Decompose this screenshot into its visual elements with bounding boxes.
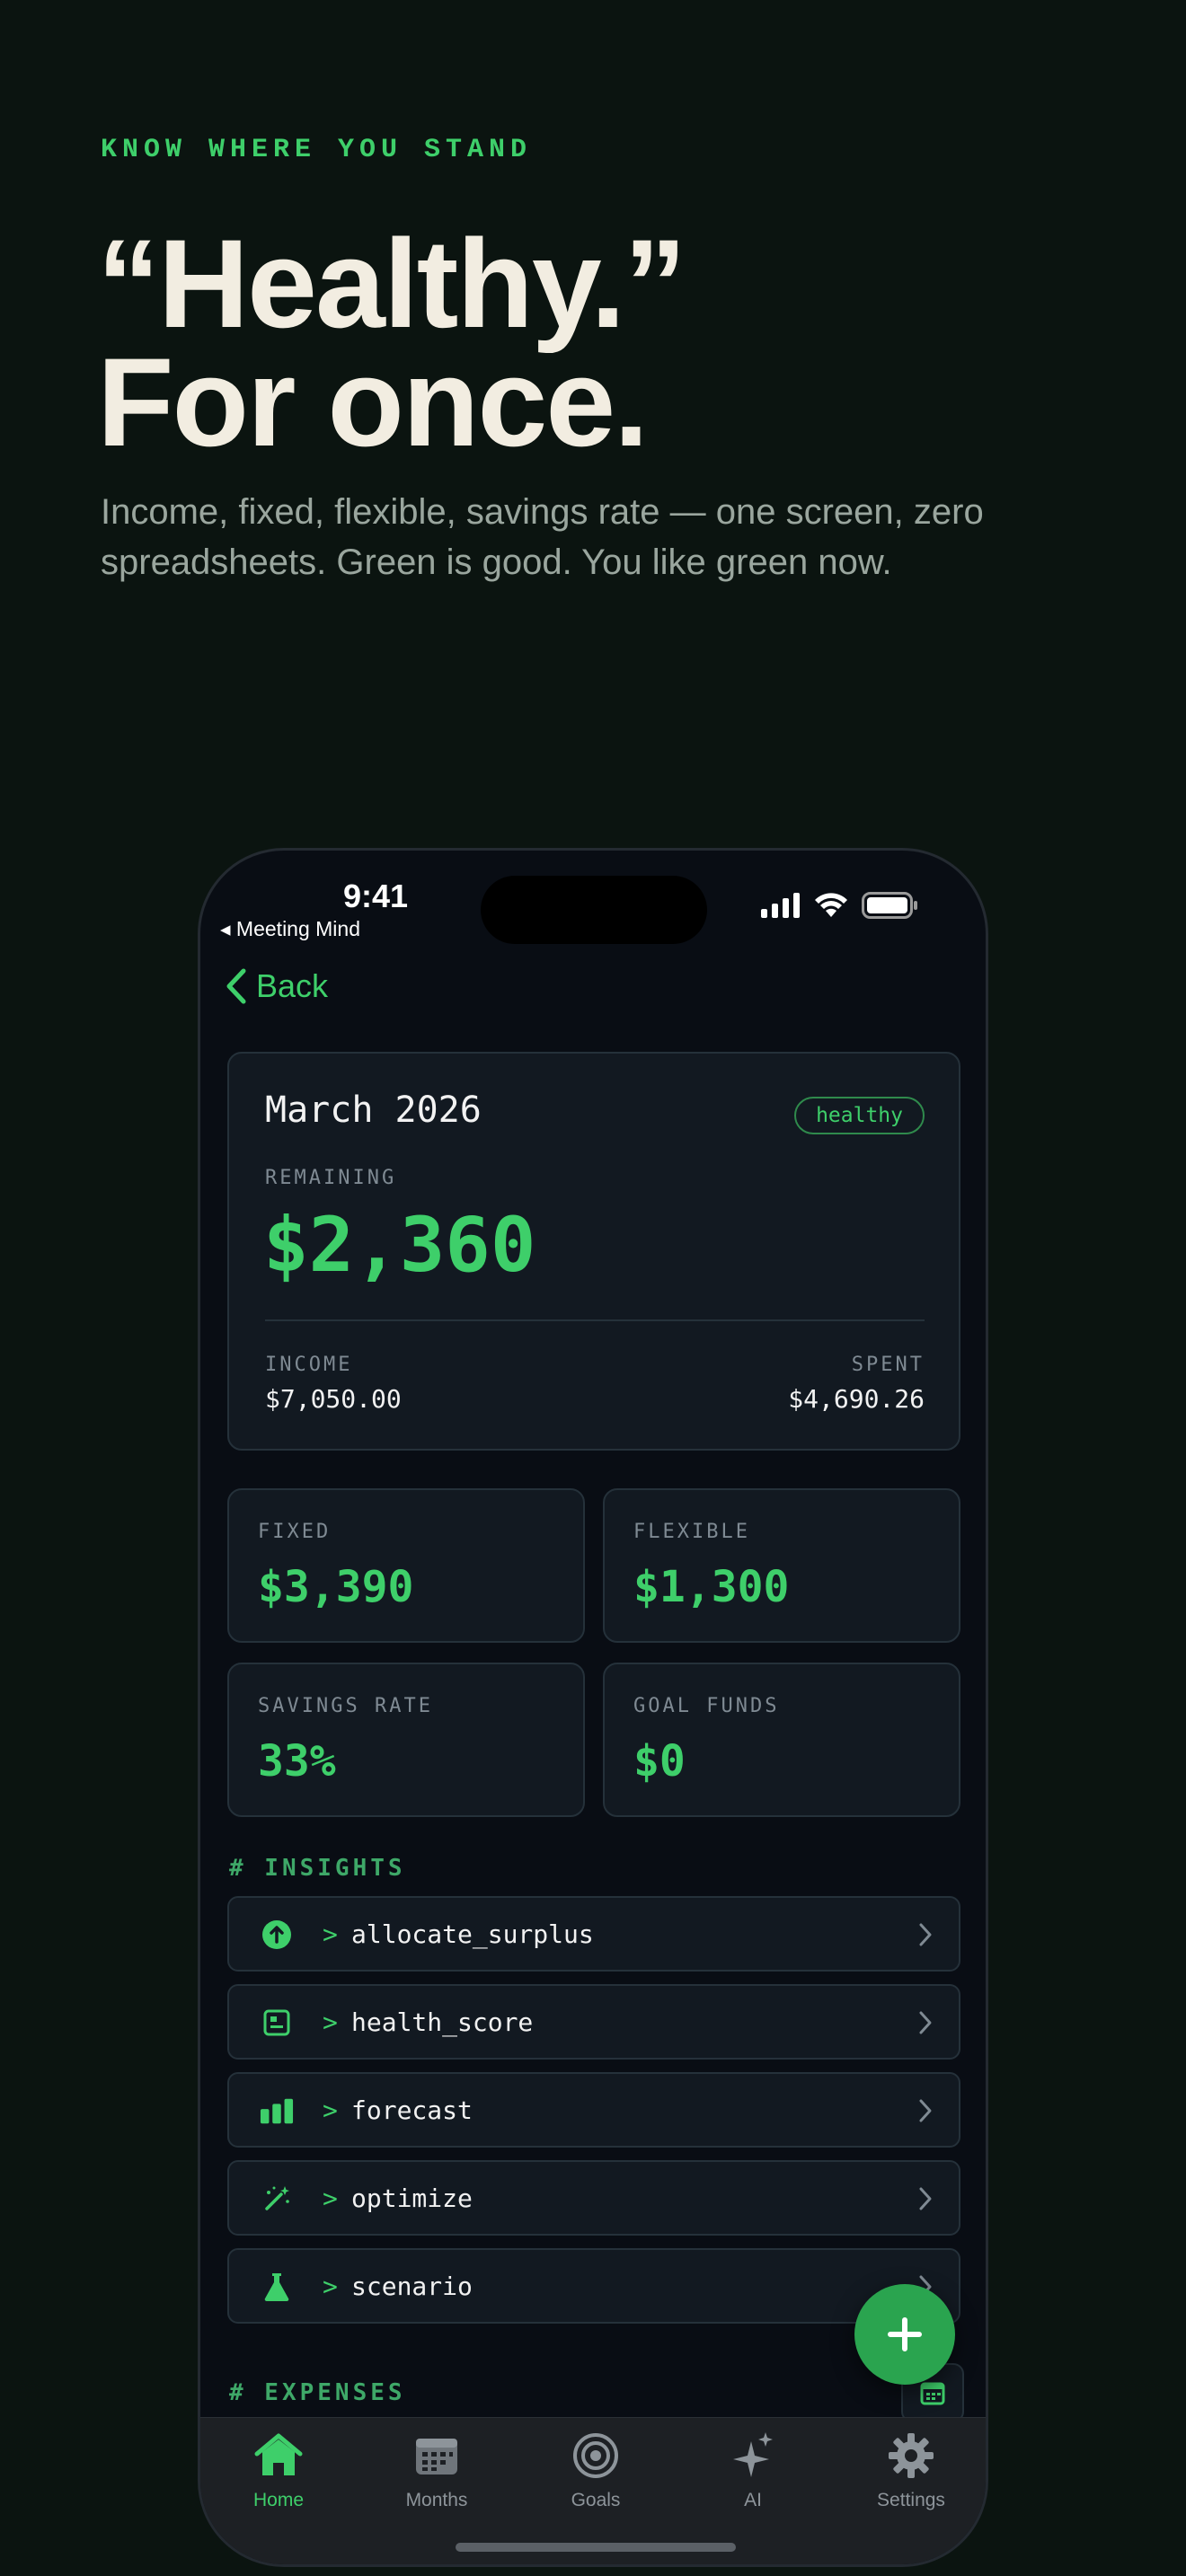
flask-icon <box>260 2270 294 2304</box>
tab-months[interactable]: Months <box>369 2429 504 2527</box>
stat-label: GOAL FUNDS <box>633 1695 780 1717</box>
tab-goals[interactable]: Goals <box>528 2429 663 2527</box>
status-bar: 9:41 ◂ Meeting Mind <box>200 851 986 958</box>
house-icon <box>253 2429 304 2483</box>
insight-row-scenario[interactable]: > scenario <box>227 2248 960 2324</box>
status-time: 9:41 <box>342 878 409 914</box>
plus-icon <box>888 2317 922 2351</box>
income-label: INCOME <box>265 1354 353 1376</box>
dynamic-island <box>481 876 707 944</box>
prompt-symbol: > <box>323 2272 338 2301</box>
insight-row-forecast[interactable]: > forecast <box>227 2072 960 2148</box>
eyebrow-tagline: KNOW WHERE YOU STAND <box>101 135 533 165</box>
stat-card-goal-funds: GOAL FUNDS $0 <box>603 1663 960 1817</box>
hero-subhead: Income, fixed, flexible, savings rate — … <box>101 492 984 582</box>
remaining-value: $2,360 <box>263 1201 536 1289</box>
tab-label: Settings <box>877 2490 945 2510</box>
target-icon <box>572 2429 619 2483</box>
spent-label: SPENT <box>851 1354 925 1376</box>
tab-ai[interactable]: AI <box>686 2429 820 2527</box>
stat-label: FLEXIBLE <box>633 1521 750 1543</box>
sparkle-icon <box>730 2429 776 2483</box>
insight-name: forecast <box>351 2095 473 2125</box>
prompt-symbol: > <box>323 1919 338 1949</box>
chevron-right-icon <box>919 1923 932 1946</box>
stat-value: 33% <box>258 1736 336 1786</box>
tab-home[interactable]: Home <box>211 2429 346 2527</box>
prompt-symbol: > <box>323 2007 338 2037</box>
phone-mockup: 9:41 ◂ Meeting Mind Back March 2026 heal… <box>198 848 988 2567</box>
status-icons <box>761 892 919 919</box>
insight-row-health-score[interactable]: > health_score <box>227 1984 960 2060</box>
remaining-label: REMAINING <box>265 1167 397 1189</box>
calendar-icon <box>920 2382 945 2405</box>
chevron-right-icon <box>919 2099 932 2122</box>
month-title: March 2026 <box>265 1090 482 1131</box>
stat-value: $0 <box>633 1736 686 1786</box>
calendar-icon <box>414 2429 459 2483</box>
tab-label: Months <box>405 2490 468 2510</box>
insight-row-optimize[interactable]: > optimize <box>227 2160 960 2236</box>
insights-heading: # INSIGHTS <box>229 1855 406 1882</box>
chevron-right-icon <box>919 2011 932 2034</box>
divider <box>265 1319 925 1321</box>
status-badge: healthy <box>794 1097 925 1134</box>
gear-icon <box>887 2429 935 2483</box>
cellular-signal-icon <box>761 893 800 918</box>
tab-label: AI <box>744 2490 762 2510</box>
insight-name: scenario <box>351 2272 473 2301</box>
month-summary-card: March 2026 healthy REMAINING $2,360 INCO… <box>227 1052 960 1451</box>
home-indicator[interactable] <box>456 2543 736 2552</box>
hero-headline: “Healthy.” For once. <box>97 213 686 472</box>
add-button[interactable] <box>854 2284 955 2385</box>
back-label: Back <box>256 967 329 1004</box>
spent-value: $4,690.26 <box>788 1384 925 1414</box>
battery-icon <box>862 892 917 919</box>
insight-name: optimize <box>351 2183 473 2213</box>
chevron-right-icon <box>919 2187 932 2210</box>
bar-chart-icon <box>260 2094 294 2128</box>
tab-label: Goals <box>571 2490 621 2510</box>
tab-label: Home <box>252 2490 305 2510</box>
stat-card-fixed: FIXED $3,390 <box>227 1488 585 1643</box>
arrow-up-circle-icon <box>260 1918 294 1952</box>
income-value: $7,050.00 <box>265 1384 402 1414</box>
headline-line-2: For once. <box>97 331 649 472</box>
stat-card-flexible: FLEXIBLE $1,300 <box>603 1488 960 1643</box>
scorecard-icon <box>260 2006 294 2040</box>
tab-settings[interactable]: Settings <box>844 2429 978 2527</box>
magic-wand-icon <box>260 2182 294 2216</box>
stat-label: FIXED <box>258 1521 332 1543</box>
prompt-symbol: > <box>323 2095 338 2125</box>
insight-name: allocate_surplus <box>351 1919 594 1949</box>
headline-line-1: “Healthy.” <box>97 213 686 354</box>
wifi-icon <box>815 893 847 917</box>
stat-value: $3,390 <box>258 1562 414 1612</box>
back-button[interactable]: Back <box>224 967 328 1005</box>
stat-value: $1,300 <box>633 1562 790 1612</box>
insight-row-allocate-surplus[interactable]: > allocate_surplus <box>227 1896 960 1972</box>
expenses-heading: # EXPENSES <box>229 2379 406 2406</box>
stat-label: SAVINGS RATE <box>258 1695 433 1717</box>
insight-name: health_score <box>351 2007 534 2037</box>
chevron-left-icon <box>226 968 246 1004</box>
stat-card-savings-rate: SAVINGS RATE 33% <box>227 1663 585 1817</box>
return-to-app-link[interactable]: ◂ Meeting Mind <box>220 917 360 941</box>
prompt-symbol: > <box>323 2183 338 2213</box>
